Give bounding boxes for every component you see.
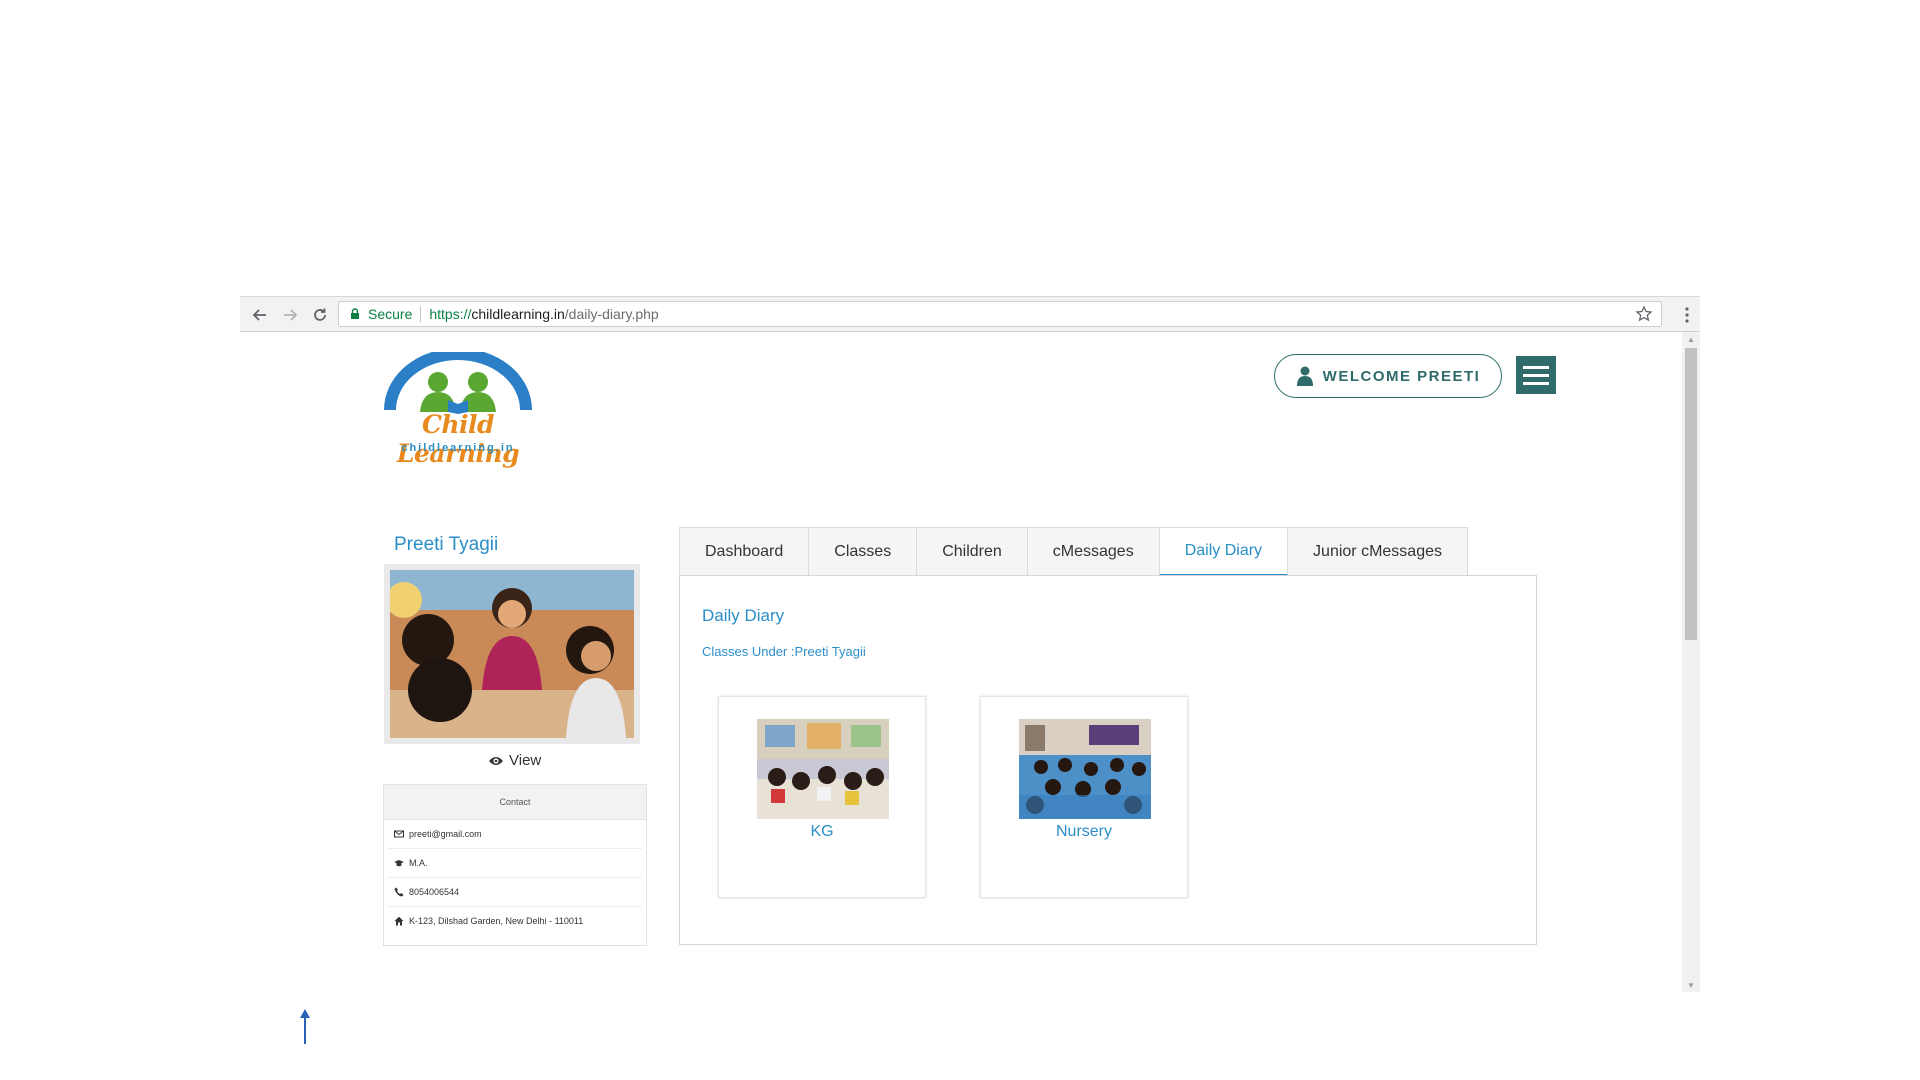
tab-cmessages[interactable]: cMessages: [1027, 528, 1160, 575]
view-profile-link[interactable]: View: [488, 752, 541, 769]
panel-subtitle: Classes Under :Preeti Tyagii: [702, 644, 866, 659]
scroll-up-icon[interactable]: ▲: [1682, 332, 1700, 346]
url-path: /daily-diary.php: [564, 306, 659, 322]
back-icon[interactable]: [248, 303, 272, 327]
user-icon: [1296, 366, 1313, 386]
class-thumbnail-kg: [757, 719, 889, 819]
annotation-arrow-up-icon: [300, 1009, 310, 1044]
contact-qualification-text: M.A.: [409, 858, 428, 868]
browser-window: Secure https://childlearning.in/daily-di…: [240, 296, 1700, 994]
logo[interactable]: Child Learning childlearning.in: [368, 348, 548, 468]
logo-graphic: [384, 348, 532, 414]
hamburger-line: [1523, 365, 1549, 369]
home-icon: [394, 916, 404, 926]
omnibox-divider: [420, 306, 422, 322]
main-tabs: Dashboard Classes Children cMessages Dai…: [679, 527, 1468, 576]
panel-title: Daily Diary: [702, 606, 785, 625]
logo-wordmark: Child Learning: [396, 410, 520, 468]
bookmark-star-icon[interactable]: [1635, 305, 1653, 323]
tab-children[interactable]: Children: [917, 528, 1028, 575]
page-scrollbar[interactable]: ▲ ▼: [1682, 332, 1700, 992]
hamburger-icon[interactable]: [1516, 356, 1556, 394]
contact-phone: 8054006544: [388, 878, 642, 907]
class-label-nursery: Nursery: [1055, 823, 1112, 840]
contact-email-text: preeti@gmail.com: [409, 829, 482, 839]
tab-dashboard[interactable]: Dashboard: [680, 528, 810, 575]
contact-phone-text: 8054006544: [409, 887, 460, 897]
scroll-thumb[interactable]: [1685, 348, 1697, 640]
class-card-nursery[interactable]: Nursery: [980, 696, 1188, 898]
phone-icon: [394, 887, 404, 897]
profile-photo-frame: [384, 564, 640, 744]
hamburger-line: [1523, 381, 1549, 385]
lock-icon: [349, 308, 361, 320]
logo-domain: childlearning.in: [401, 442, 515, 454]
envelope-icon: [394, 830, 404, 838]
contact-address-text: K-123, Dilshad Garden, New Delhi - 11001…: [409, 916, 584, 926]
browser-toolbar: Secure https://childlearning.in/daily-di…: [240, 296, 1700, 332]
tab-classes[interactable]: Classes: [809, 528, 918, 575]
graduation-cap-icon: [394, 860, 404, 867]
contact-email: preeti@gmail.com: [388, 820, 642, 849]
daily-diary-panel: Daily Diary Classes Under :Preeti Tyagii…: [679, 575, 1537, 945]
scroll-down-icon[interactable]: ▼: [1682, 978, 1700, 992]
contact-header: Contact: [384, 785, 646, 820]
eye-icon: [489, 756, 503, 765]
welcome-user-button[interactable]: WELCOME PREETI: [1274, 354, 1502, 398]
hamburger-line: [1523, 373, 1549, 377]
profile-name: Preeti Tyagii: [394, 534, 499, 555]
tab-daily-diary[interactable]: Daily Diary: [1159, 528, 1289, 576]
contact-qualification: M.A.: [388, 849, 642, 878]
reload-icon[interactable]: [308, 303, 332, 327]
profile-photo: [390, 570, 634, 738]
url-host: childlearning.in: [471, 306, 565, 322]
url-scheme: https://: [429, 306, 472, 322]
contact-card: Contact preeti@gmail.com M.A. 8054006544…: [383, 784, 647, 946]
contact-address: K-123, Dilshad Garden, New Delhi - 11001…: [388, 907, 642, 935]
browser-menu-icon[interactable]: [1684, 306, 1690, 324]
welcome-label: WELCOME PREETI: [1322, 367, 1481, 385]
class-thumbnail-nursery: [1019, 719, 1151, 819]
view-label: View: [509, 752, 542, 769]
forward-icon[interactable]: [278, 303, 302, 327]
class-label-kg: KG: [810, 823, 834, 840]
secure-label: Secure: [368, 306, 413, 322]
tab-junior-cmessages[interactable]: Junior cMessages: [1288, 528, 1467, 575]
class-card-kg[interactable]: KG: [718, 696, 926, 898]
address-bar[interactable]: Secure https://childlearning.in/daily-di…: [338, 301, 1662, 327]
